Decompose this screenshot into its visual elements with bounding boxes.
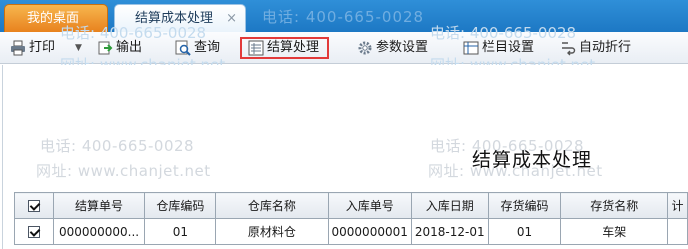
column-header[interactable]: 入库日期 <box>410 192 489 219</box>
column-header[interactable]: 仓库编码 <box>144 192 217 219</box>
settle-icon <box>248 40 264 56</box>
grid-header-row: 结算单号 仓库编码 仓库名称 入库单号 入库日期 存货编码 存货名称 计 <box>14 192 688 219</box>
table-row[interactable]: 000000000... 01 原材料仓 0000000001 2018-12-… <box>14 218 688 245</box>
divider <box>2 65 3 249</box>
watermark-phone-toolbar-right: 电话: 400-665-0028 <box>430 24 577 42</box>
settle-label: 结算处理 <box>267 40 320 55</box>
settle-button[interactable]: 结算处理 <box>240 37 330 59</box>
table-cell[interactable]: 01 <box>487 218 562 245</box>
page-title: 结算成本处理 <box>472 149 593 171</box>
table-cell[interactable]: 000000000... <box>52 218 146 245</box>
close-icon[interactable]: × <box>226 5 237 33</box>
params-label: 参数设置 <box>376 40 429 55</box>
table-cell[interactable]: 车架 <box>560 218 669 245</box>
table-cell[interactable]: 0000000001 <box>327 218 412 245</box>
column-header[interactable]: 存货编码 <box>487 192 562 219</box>
watermark-phone-top: 电话: 400-665-0028 <box>262 8 425 26</box>
watermark-phone-left: 电话: 400-665-0028 <box>40 137 195 155</box>
printer-icon <box>10 40 26 56</box>
table-cell[interactable]: 2018-12-01 <box>410 218 489 245</box>
column-header[interactable]: 入库单号 <box>327 192 412 219</box>
table-cell[interactable]: 原材料仓 <box>215 218 329 245</box>
column-header[interactable]: 存货名称 <box>560 192 669 219</box>
column-header[interactable]: 结算单号 <box>52 192 146 219</box>
column-header[interactable]: 仓库名称 <box>215 192 329 219</box>
table-cell[interactable] <box>667 218 688 245</box>
toolbar: 打印 ▼ 输出 查询 结算处理 参数设置 栏目设置 自动折行 电话: 400-6… <box>0 24 688 74</box>
report-area: 电话: 400-665-0028 网址: www.chanjet.net 电话:… <box>0 65 688 249</box>
gear-icon <box>357 40 373 56</box>
table-cell[interactable]: 01 <box>144 218 217 245</box>
params-button[interactable]: 参数设置 <box>357 36 428 60</box>
settlement-grid: 结算单号 仓库编码 仓库名称 入库单号 入库日期 存货编码 存货名称 计 000… <box>14 192 688 245</box>
select-all-checkbox[interactable] <box>14 192 54 219</box>
watermark-phone-toolbar: 电话: 400-665-0028 <box>60 24 207 42</box>
watermark-site-left: 网址: www.chanjet.net <box>36 162 211 180</box>
column-header[interactable]: 计 <box>667 192 688 219</box>
print-label: 打印 <box>29 40 56 55</box>
row-checkbox[interactable] <box>14 218 54 245</box>
